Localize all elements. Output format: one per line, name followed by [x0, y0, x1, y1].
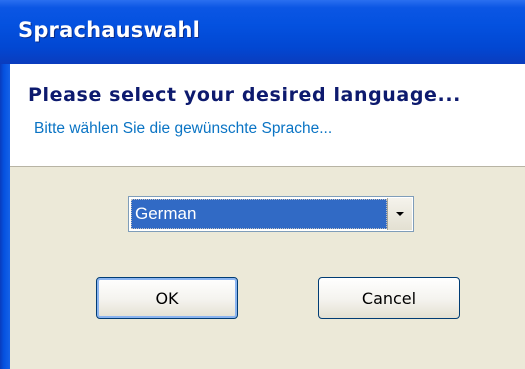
- ok-button[interactable]: OK: [96, 277, 238, 319]
- window-title: Sprachauswahl: [18, 18, 201, 42]
- cancel-button[interactable]: Cancel: [318, 277, 460, 319]
- heading-english: Please select your desired language...: [28, 84, 461, 106]
- dropdown-button[interactable]: [387, 198, 412, 230]
- heading-german: Bitte wählen Sie die gewünschte Sprache.…: [34, 120, 333, 137]
- window-frame-left: [0, 64, 10, 369]
- language-select-value[interactable]: German: [131, 199, 387, 229]
- language-dialog: Sprachauswahl Please select your desired…: [0, 0, 525, 369]
- dialog-header: Please select your desired language... B…: [10, 64, 525, 167]
- title-bar[interactable]: Sprachauswahl: [0, 0, 525, 64]
- cancel-button-label: Cancel: [361, 288, 417, 308]
- language-select[interactable]: German: [128, 196, 414, 232]
- chevron-down-icon: [396, 212, 404, 216]
- ok-button-label: OK: [155, 288, 179, 308]
